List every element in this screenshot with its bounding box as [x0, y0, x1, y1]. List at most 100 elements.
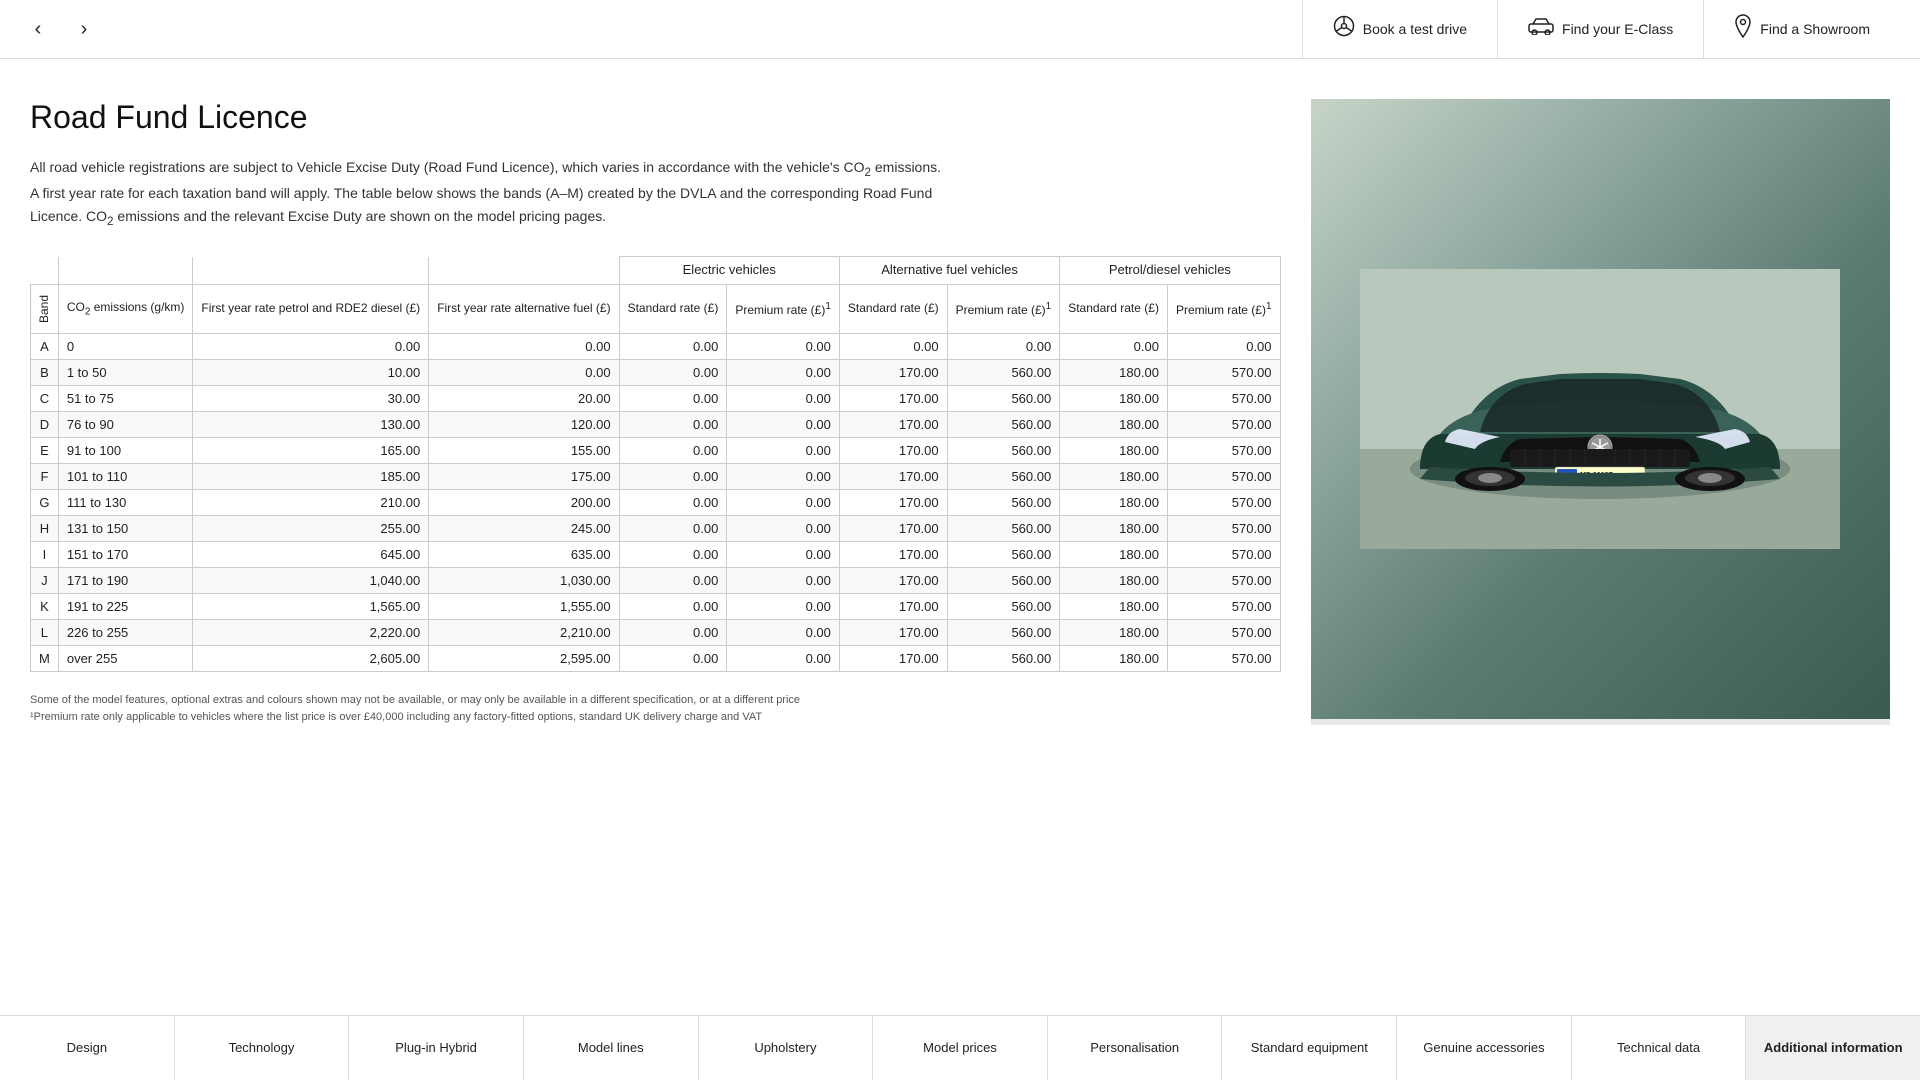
cell-pd-std: 180.00	[1060, 620, 1168, 646]
cell-pd-prem: 570.00	[1167, 412, 1280, 438]
cell-pd-prem: 570.00	[1167, 568, 1280, 594]
table-col-header-row: Band CO2 emissions (g/km) First year rat…	[31, 285, 1281, 334]
cell-co2: 51 to 75	[58, 386, 193, 412]
cell-ev-prem: 0.00	[727, 490, 840, 516]
car-icon	[1528, 17, 1554, 41]
cell-alt: 635.00	[429, 542, 619, 568]
cell-alt: 1,555.00	[429, 594, 619, 620]
cell-ev-std: 0.00	[619, 490, 727, 516]
steering-wheel-icon	[1333, 15, 1355, 43]
main-content: Road Fund Licence All road vehicle regis…	[0, 59, 1920, 745]
cell-band: F	[31, 464, 59, 490]
nav-additional-information[interactable]: Additional information	[1746, 1016, 1920, 1080]
table-row: F 101 to 110 185.00 175.00 0.00 0.00 170…	[31, 464, 1281, 490]
cell-alt: 2,595.00	[429, 646, 619, 672]
nav-model-prices[interactable]: Model prices	[873, 1016, 1048, 1080]
find-showroom-label: Find a Showroom	[1760, 21, 1870, 37]
cell-petrol: 1,565.00	[193, 594, 429, 620]
cell-afv-prem: 560.00	[947, 490, 1060, 516]
find-e-class-btn[interactable]: Find your E-Class	[1497, 0, 1703, 59]
nav-upholstery[interactable]: Upholstery	[699, 1016, 874, 1080]
th-petrol-rate: First year rate petrol and RDE2 diesel (…	[193, 285, 429, 334]
th-alt-empty	[429, 257, 619, 285]
cell-afv-std: 170.00	[839, 360, 947, 386]
cell-band: L	[31, 620, 59, 646]
prev-arrow[interactable]: ‹	[20, 11, 56, 47]
cell-petrol: 2,605.00	[193, 646, 429, 672]
road-fund-table: Electric vehicles Alternative fuel vehic…	[30, 256, 1281, 672]
cell-petrol: 255.00	[193, 516, 429, 542]
nav-plug-in-hybrid[interactable]: Plug-in Hybrid	[349, 1016, 524, 1080]
cell-pd-prem: 570.00	[1167, 360, 1280, 386]
footnotes: Some of the model features, optional ext…	[30, 692, 1281, 725]
cell-co2: 191 to 225	[58, 594, 193, 620]
table-row: M over 255 2,605.00 2,595.00 0.00 0.00 1…	[31, 646, 1281, 672]
cell-ev-prem: 0.00	[727, 412, 840, 438]
th-alt-rate: First year rate alternative fuel (£)	[429, 285, 619, 334]
car-svg: S MB 3003E	[1360, 269, 1840, 549]
cell-alt: 0.00	[429, 360, 619, 386]
cell-pd-prem: 570.00	[1167, 646, 1280, 672]
cell-afv-std: 170.00	[839, 490, 947, 516]
cell-band: D	[31, 412, 59, 438]
th-electric-group: Electric vehicles	[619, 257, 839, 285]
cell-ev-prem: 0.00	[727, 516, 840, 542]
cell-ev-std: 0.00	[619, 646, 727, 672]
nav-model-lines[interactable]: Model lines	[524, 1016, 699, 1080]
cell-ev-std: 0.00	[619, 438, 727, 464]
cell-alt: 200.00	[429, 490, 619, 516]
cell-afv-std: 170.00	[839, 646, 947, 672]
cell-pd-std: 180.00	[1060, 568, 1168, 594]
table-row: A 0 0.00 0.00 0.00 0.00 0.00 0.00 0.00 0…	[31, 334, 1281, 360]
cell-afv-prem: 560.00	[947, 438, 1060, 464]
nav-personalisation[interactable]: Personalisation	[1048, 1016, 1223, 1080]
cell-petrol: 165.00	[193, 438, 429, 464]
cell-pd-std: 180.00	[1060, 646, 1168, 672]
table-group-header-row: Electric vehicles Alternative fuel vehic…	[31, 257, 1281, 285]
nav-standard-equipment[interactable]: Standard equipment	[1222, 1016, 1397, 1080]
find-e-class-label: Find your E-Class	[1562, 21, 1673, 37]
cell-petrol: 10.00	[193, 360, 429, 386]
table-body: A 0 0.00 0.00 0.00 0.00 0.00 0.00 0.00 0…	[31, 334, 1281, 672]
nav-genuine-accessories[interactable]: Genuine accessories	[1397, 1016, 1572, 1080]
table-row: C 51 to 75 30.00 20.00 0.00 0.00 170.00 …	[31, 386, 1281, 412]
nav-technology[interactable]: Technology	[175, 1016, 350, 1080]
cell-pd-std: 180.00	[1060, 360, 1168, 386]
cell-petrol: 645.00	[193, 542, 429, 568]
cell-co2: 131 to 150	[58, 516, 193, 542]
cell-afv-std: 170.00	[839, 542, 947, 568]
cell-alt: 155.00	[429, 438, 619, 464]
table-row: G 111 to 130 210.00 200.00 0.00 0.00 170…	[31, 490, 1281, 516]
location-pin-icon	[1734, 14, 1752, 44]
table-wrapper: Electric vehicles Alternative fuel vehic…	[30, 256, 1281, 672]
cell-alt: 1,030.00	[429, 568, 619, 594]
cell-ev-prem: 0.00	[727, 568, 840, 594]
cell-ev-prem: 0.00	[727, 386, 840, 412]
cell-band: J	[31, 568, 59, 594]
cell-afv-prem: 560.00	[947, 594, 1060, 620]
cell-co2: 111 to 130	[58, 490, 193, 516]
th-pd-std: Standard rate (£)	[1060, 285, 1168, 334]
header: ‹ › Book a test drive	[0, 0, 1920, 59]
cell-co2: 76 to 90	[58, 412, 193, 438]
cell-band: I	[31, 542, 59, 568]
th-petrol-diesel-group: Petrol/diesel vehicles	[1060, 257, 1280, 285]
cell-pd-std: 180.00	[1060, 464, 1168, 490]
th-petrol-empty	[193, 257, 429, 285]
book-test-drive-btn[interactable]: Book a test drive	[1302, 0, 1497, 59]
next-arrow[interactable]: ›	[66, 11, 102, 47]
cell-afv-prem: 560.00	[947, 568, 1060, 594]
nav-design[interactable]: Design	[0, 1016, 175, 1080]
cell-ev-prem: 0.00	[727, 594, 840, 620]
cell-pd-std: 180.00	[1060, 386, 1168, 412]
find-showroom-btn[interactable]: Find a Showroom	[1703, 0, 1900, 59]
nav-technical-data[interactable]: Technical data	[1572, 1016, 1747, 1080]
cell-co2: 226 to 255	[58, 620, 193, 646]
cell-co2: over 255	[58, 646, 193, 672]
cell-band: E	[31, 438, 59, 464]
cell-afv-std: 170.00	[839, 386, 947, 412]
cell-alt: 175.00	[429, 464, 619, 490]
cell-ev-prem: 0.00	[727, 360, 840, 386]
table-row: L 226 to 255 2,220.00 2,210.00 0.00 0.00…	[31, 620, 1281, 646]
th-band: Band	[31, 285, 59, 334]
